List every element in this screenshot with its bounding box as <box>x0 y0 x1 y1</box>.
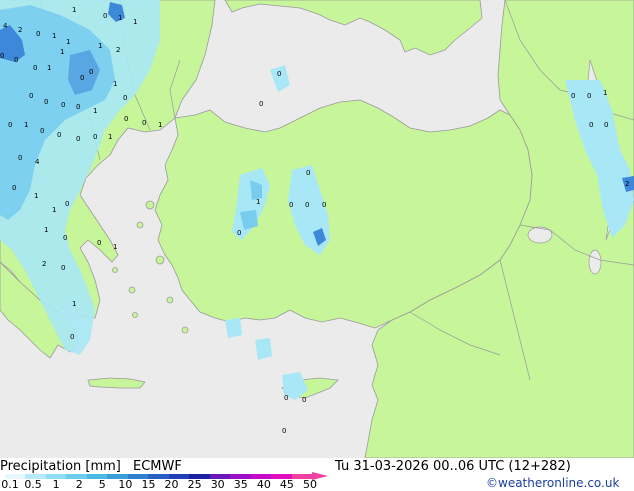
precip-value: 0 <box>18 154 22 162</box>
precip-value: 0 <box>57 131 61 139</box>
precip-value: 0 <box>89 68 93 76</box>
precip-value: 1 <box>24 121 28 129</box>
precip-value: 4 <box>35 158 40 166</box>
precip-value: 0 <box>29 92 33 100</box>
precip-value: 1 <box>47 64 51 72</box>
precip-value: 1 <box>98 42 102 50</box>
precip-value: 2 <box>116 46 120 54</box>
scale-tick-label: 0.1 <box>1 478 19 491</box>
precip-value: 0 <box>305 201 309 209</box>
precip-value: 1 <box>60 48 64 56</box>
scale-tick-label: 2 <box>75 478 83 491</box>
precip-value: 0 <box>33 64 37 72</box>
precip-value: 1 <box>603 89 607 97</box>
precip-value: 0 <box>322 201 326 209</box>
precip-value: 2 <box>18 26 22 34</box>
precip-value: 0 <box>289 201 293 209</box>
rain-area-south <box>255 338 272 360</box>
precip-value: 0 <box>259 100 263 108</box>
precip-value: 1 <box>52 206 56 214</box>
land-island <box>145 200 155 210</box>
precip-value: 0 <box>65 200 69 208</box>
precip-value: 1 <box>44 226 48 234</box>
scale-tick-label: 35 <box>233 478 248 491</box>
land-island <box>136 221 144 229</box>
precip-value: 0 <box>93 133 97 141</box>
precip-value: 0 <box>142 119 146 127</box>
precip-value: 0 <box>306 169 310 177</box>
scale-tick-label: 10 <box>118 478 133 491</box>
land-island <box>181 326 189 334</box>
land-island <box>132 312 138 318</box>
precip-value: 1 <box>113 80 117 88</box>
precip-value: 0 <box>40 127 44 135</box>
precip-value: 0 <box>284 394 288 402</box>
precip-value: 0 <box>103 12 107 20</box>
land-island <box>112 267 118 273</box>
scale-tick-label: 25 <box>187 478 202 491</box>
precip-value: 0 <box>302 396 306 404</box>
precip-value: 1 <box>133 18 137 26</box>
scale-tick-label: 30 <box>210 478 225 491</box>
precip-value: 0 <box>61 101 65 109</box>
precip-value: 4 <box>3 22 8 30</box>
precip-value: 1 <box>72 300 76 308</box>
forecast-datetime: Tu 31-03-2026 00..06 UTC (12+282) <box>335 459 571 474</box>
precip-value: 0 <box>80 74 84 82</box>
precip-value: 0 <box>8 121 12 129</box>
precip-value: 0 <box>76 135 80 143</box>
precip-value: 0 <box>604 121 608 129</box>
scale-tick-label: 45 <box>279 478 294 491</box>
scale-tick-label: 40 <box>256 478 271 491</box>
land-island <box>166 296 174 304</box>
precip-value: 0 <box>44 98 48 106</box>
lake-sevan <box>588 249 602 275</box>
rain-area-south <box>225 318 242 338</box>
precip-value: 1 <box>52 32 56 40</box>
precip-value: 0 <box>63 234 67 242</box>
precip-value: 0 <box>282 427 286 435</box>
precip-value: 2 <box>42 260 46 268</box>
scale-tick-label: 1 <box>52 478 60 491</box>
scale-tick-label: 20 <box>164 478 179 491</box>
precip-value: 1 <box>34 192 38 200</box>
precip-value: 0 <box>76 103 80 111</box>
precip-value: 0 <box>123 94 127 102</box>
land-island <box>155 255 165 265</box>
precip-value: 1 <box>66 38 70 46</box>
precip-value: 0 <box>36 30 40 38</box>
precip-value: 2 <box>625 180 629 188</box>
scale-tick-label: 15 <box>141 478 156 491</box>
precip-value: 1 <box>118 14 122 22</box>
scale-tick-label: 50 <box>303 478 317 491</box>
precip-value: 0 <box>61 264 65 272</box>
precip-value: 1 <box>158 121 162 129</box>
precip-value: 0 <box>589 121 593 129</box>
legend-title: Precipitation [mm] <box>0 459 121 474</box>
scale-tick-label: 5 <box>98 478 106 491</box>
precip-value: 1 <box>93 107 97 115</box>
precip-value: 0 <box>0 52 4 60</box>
land-island <box>128 286 136 294</box>
precip-value: 0 <box>124 115 128 123</box>
precip-value: 1 <box>256 198 260 206</box>
precip-value: 0 <box>12 184 16 192</box>
precip-value: 0 <box>571 92 575 100</box>
precip-value: 0 <box>277 70 281 78</box>
precip-value: 1 <box>113 243 117 251</box>
precip-value: 1 <box>108 133 112 141</box>
precip-value: 0 <box>237 229 241 237</box>
model-name: ECMWF <box>133 459 182 474</box>
precip-value: 0 <box>587 92 591 100</box>
precip-value: 0 <box>97 239 101 247</box>
precipitation-map: 1 0 1 1 4 2 0 1 1 2 1 1 0 0 0 1 0 0 1 0 … <box>0 0 634 458</box>
precip-value: 0 <box>70 333 74 341</box>
precip-value: 0 <box>14 56 18 64</box>
legend-footer: Precipitation [mm] ECMWF Tu 31-03-2026 0… <box>0 458 634 491</box>
scale-tick-label: 0.5 <box>24 478 42 491</box>
credit-link[interactable]: ©weatheronline.co.uk <box>486 476 619 490</box>
precip-value: 1 <box>72 6 76 14</box>
